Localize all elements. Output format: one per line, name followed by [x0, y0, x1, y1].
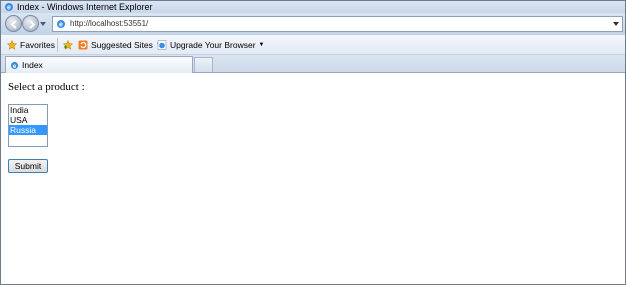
svg-text:e: e — [59, 22, 63, 29]
forward-button[interactable] — [22, 15, 39, 32]
ie-icon: e — [5, 3, 13, 12]
suggested-sites-menu[interactable]: Suggested Sites ▼ — [78, 35, 162, 55]
separator — [57, 38, 58, 52]
navigation-bar: e http://localhost:53551/ — [1, 13, 625, 35]
product-listbox[interactable]: India USA Russia — [8, 104, 48, 147]
tab-index[interactable]: e Index — [5, 56, 193, 73]
new-tab-button[interactable] — [194, 57, 213, 72]
address-bar[interactable]: e http://localhost:53551/ — [52, 16, 623, 32]
tab-label: Index — [22, 60, 43, 70]
back-button[interactable] — [5, 15, 22, 32]
favorites-label: Favorites — [20, 40, 55, 50]
favorites-button[interactable]: Favorites — [7, 35, 55, 55]
product-prompt-label: Select a product : — [8, 81, 85, 93]
star-icon — [7, 40, 17, 50]
upgrade-browser-menu[interactable]: Upgrade Your Browser ▼ — [157, 35, 264, 55]
add-favorite-button[interactable] — [63, 35, 76, 55]
browser-window: e Index - Windows Internet Explorer e ht… — [0, 0, 626, 285]
ie-page-icon — [157, 40, 167, 50]
favorites-bar: Favorites Suggested Sites ▼ Upgrade Your… — [1, 35, 625, 55]
back-arrow-icon — [10, 20, 17, 29]
svg-text:e: e — [7, 5, 11, 12]
page-content: Select a product : India USA Russia Subm… — [1, 74, 625, 284]
url-text[interactable]: http://localhost:53551/ — [70, 17, 148, 31]
product-option-usa[interactable]: USA — [9, 115, 47, 125]
svg-text:e: e — [13, 62, 17, 69]
suggested-sites-icon — [78, 40, 88, 50]
submit-button[interactable]: Submit — [8, 159, 48, 173]
forward-arrow-icon — [29, 20, 36, 29]
product-option-india[interactable]: India — [9, 105, 47, 115]
address-dropdown-icon[interactable] — [613, 21, 619, 27]
ie-icon: e — [10, 61, 19, 69]
title-bar: e Index - Windows Internet Explorer — [1, 1, 625, 13]
window-title: Index - Windows Internet Explorer — [17, 2, 153, 12]
chevron-down-icon: ▼ — [258, 42, 265, 48]
suggested-sites-label: Suggested Sites — [91, 40, 153, 50]
product-option-russia[interactable]: Russia — [9, 125, 47, 135]
page-icon: e — [57, 20, 65, 29]
add-favorite-icon — [63, 40, 73, 50]
history-dropdown-icon[interactable] — [40, 21, 46, 27]
upgrade-browser-label: Upgrade Your Browser — [170, 40, 256, 50]
tab-bar: e Index — [1, 55, 625, 73]
